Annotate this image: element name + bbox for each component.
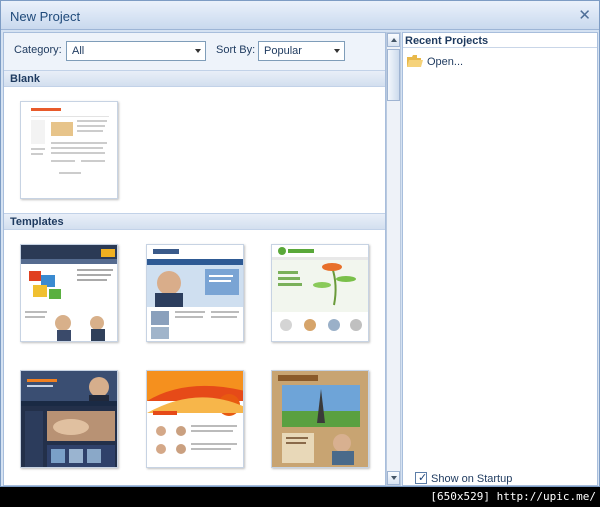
template-thumb-our-team[interactable] [146, 370, 244, 468]
divider [403, 47, 597, 48]
folder-open-icon [407, 55, 423, 67]
sort-select[interactable]: Popular [258, 41, 345, 61]
chevron-down-icon [334, 49, 340, 53]
chevron-down-icon [391, 476, 397, 480]
show-on-startup-label: Show on Startup [431, 473, 513, 485]
template-preview [272, 371, 368, 467]
scroll-up-button[interactable] [387, 33, 400, 47]
check-icon: ✓ [418, 472, 428, 484]
category-label: Category: [14, 44, 62, 56]
template-preview [21, 245, 117, 341]
recent-projects-title: Recent Projects [405, 35, 489, 47]
template-thumb-business[interactable] [146, 244, 244, 342]
template-preview [147, 245, 243, 341]
template-thumb-greenclew[interactable] [271, 244, 369, 342]
sort-label: Sort By: [216, 44, 256, 56]
template-thumb-it-solutions[interactable] [20, 244, 118, 342]
template-thumb-travel-blog[interactable] [271, 370, 369, 468]
recent-projects-panel: Recent Projects Open... ✓ Show on Startu… [402, 32, 598, 486]
open-link[interactable]: Open... [427, 56, 463, 68]
chevron-up-icon [391, 38, 397, 42]
template-preview [21, 371, 117, 467]
close-icon[interactable]: ✕ [578, 6, 591, 24]
filter-bar: Category: All Sort By: Popular [4, 33, 385, 70]
new-project-window: New Project ✕ Category: All Sort By: Pop… [0, 0, 600, 487]
templates-panel: Category: All Sort By: Popular Blank Tem… [3, 32, 386, 486]
section-blank: Blank [4, 70, 385, 87]
scroll-down-button[interactable] [387, 471, 400, 485]
show-on-startup-checkbox[interactable]: ✓ [415, 472, 427, 484]
category-select[interactable]: All [66, 41, 206, 61]
blank-template-thumb[interactable] [20, 101, 118, 199]
scroll-thumb[interactable] [387, 49, 400, 101]
title-bar[interactable]: New Project ✕ [1, 1, 599, 30]
template-preview [272, 245, 368, 341]
template-thumb-software-company[interactable] [20, 370, 118, 468]
blank-page-preview [21, 102, 117, 198]
footer-text: [650x529] http://upic.me/ [430, 490, 596, 503]
image-host-footer: [650x529] http://upic.me/ [0, 487, 600, 507]
sort-value: Popular [264, 45, 302, 57]
category-value: All [72, 45, 85, 57]
template-preview [147, 371, 243, 467]
section-templates: Templates [4, 213, 385, 230]
templates-scrollbar[interactable] [386, 32, 401, 486]
chevron-down-icon [195, 49, 201, 53]
window-title: New Project [10, 9, 81, 24]
